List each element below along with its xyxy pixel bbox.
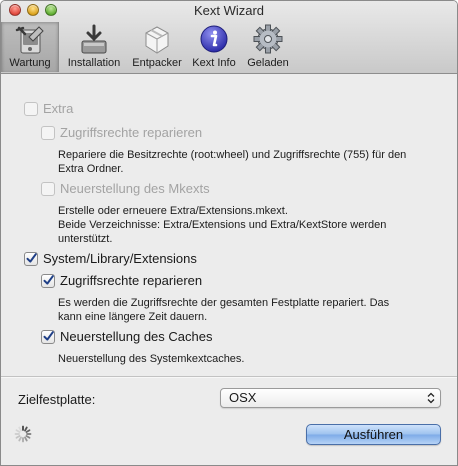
system-permissions-description: Es werden die Zugriffsrechte der gesamte… <box>58 296 389 324</box>
tab-geladen[interactable]: Geladen <box>243 22 293 72</box>
target-disk-label: Zielfestplatte: <box>18 392 96 407</box>
description-line: Extra Ordner. <box>58 163 124 175</box>
target-disk-value: OSX <box>229 390 257 405</box>
tab-label: Wartung <box>9 57 51 69</box>
run-button[interactable]: Ausführen <box>306 424 441 445</box>
info-icon <box>200 25 228 53</box>
system-option[interactable]: System/Library/Extensions <box>24 251 197 266</box>
tab-wartung[interactable]: Wartung <box>1 22 59 72</box>
description-line: Repariere die Besitzrechte (root:wheel) … <box>58 149 407 161</box>
system-caches-checkbox[interactable] <box>41 329 55 344</box>
system-permissions-checkbox[interactable] <box>41 273 55 288</box>
checkmark-icon <box>43 331 54 341</box>
system-permissions-label: Zugriffsrechte reparieren <box>60 273 203 288</box>
package-icon <box>145 26 169 54</box>
kext-wizard-window: Kext Wizard Wartung Installation Entpack… <box>0 0 458 466</box>
extra-permissions-label: Zugriffsrechte reparieren <box>60 125 203 140</box>
maintenance-icon <box>15 26 44 54</box>
extra-label: Extra <box>43 101 74 116</box>
extra-permissions-description: Repariere die Besitzrechte (root:wheel) … <box>58 148 406 176</box>
description-line: Es werden die Zugriffsrechte der gesamte… <box>58 297 390 309</box>
system-caches-description: Neuerstellung des Systemkextcaches. <box>58 352 244 366</box>
toolbar-tabs: Wartung Installation Entpacker Kext Info… <box>1 22 293 72</box>
system-permissions-option[interactable]: Zugriffsrechte reparieren <box>41 273 202 288</box>
tab-label: Installation <box>67 57 121 69</box>
extra-mkext-checkbox[interactable] <box>41 181 55 196</box>
description-line: Neuerstellung des Systemkextcaches. <box>58 353 245 365</box>
toolbar: Kext Wizard Wartung Installation Entpack… <box>1 1 457 74</box>
system-label: System/Library/Extensions <box>43 251 197 266</box>
extra-mkext-description: Erstelle oder erneuere Extra/Extensions.… <box>58 204 386 246</box>
system-caches-label: Neuerstellung des Caches <box>60 329 213 344</box>
tab-kext-info[interactable]: Kext Info <box>185 22 243 72</box>
window-title: Kext Wizard <box>193 3 265 18</box>
checkmark-icon <box>26 253 37 263</box>
tab-entpacker[interactable]: Entpacker <box>129 22 185 72</box>
extra-mkext-label: Neuerstellung des Mkexts <box>60 181 210 196</box>
system-caches-option[interactable]: Neuerstellung des Caches <box>41 329 212 344</box>
tab-label: Entpacker <box>132 57 182 69</box>
tab-label: Geladen <box>247 57 289 69</box>
tab-label: Kext Info <box>192 57 236 69</box>
system-checkbox[interactable] <box>24 251 38 266</box>
extra-option[interactable]: Extra <box>24 101 73 116</box>
description-line: Beide Verzeichnisse: Extra/Extensions un… <box>58 219 387 231</box>
extra-permissions-option[interactable]: Zugriffsrechte reparieren <box>41 125 202 140</box>
progress-spinner-icon <box>14 425 32 443</box>
installer-icon <box>81 24 107 54</box>
extra-permissions-checkbox[interactable] <box>41 125 55 140</box>
target-disk-select[interactable]: OSX <box>220 388 441 408</box>
description-line: kann eine längere Zeit dauern. <box>58 311 208 323</box>
description-line: unterstützt. <box>58 233 113 245</box>
extra-mkext-option[interactable]: Neuerstellung des Mkexts <box>41 181 210 196</box>
tab-installation[interactable]: Installation <box>59 22 129 72</box>
gear-icon <box>253 24 283 54</box>
checkmark-icon <box>43 275 54 285</box>
divider <box>1 376 457 377</box>
description-line: Erstelle oder erneuere Extra/Extensions.… <box>58 205 288 217</box>
extra-checkbox[interactable] <box>24 101 38 116</box>
popup-arrows-icon <box>427 392 435 404</box>
